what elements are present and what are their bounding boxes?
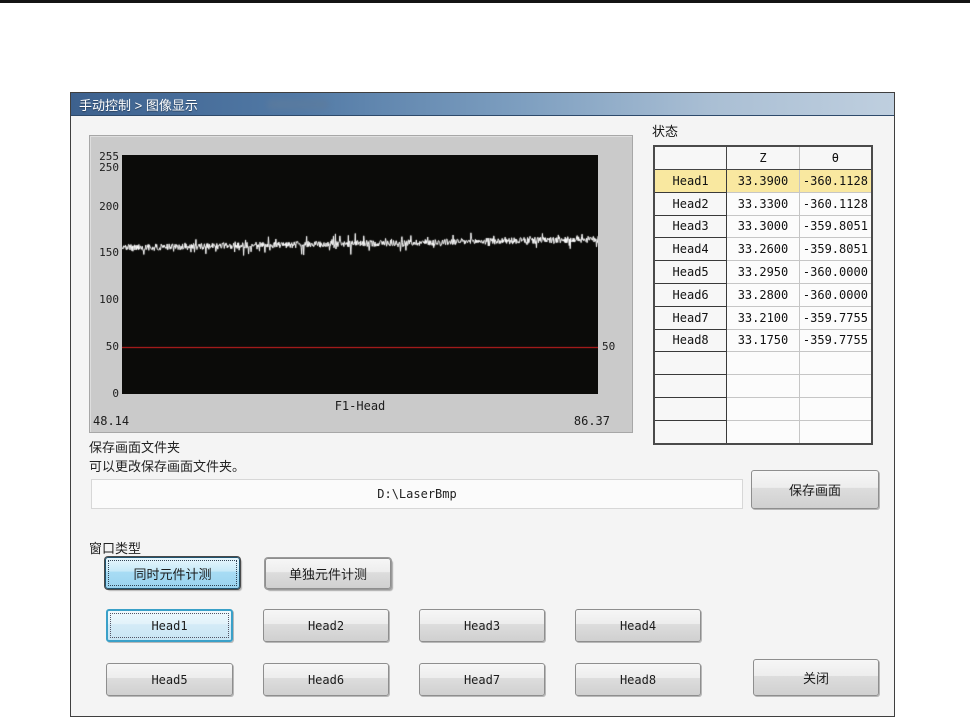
y-tick-label: 0 — [112, 387, 119, 400]
theta-value-cell: -359.8051 — [799, 237, 872, 262]
column-header-name — [654, 146, 728, 170]
table-row[interactable] — [653, 396, 872, 421]
head-name-cell — [653, 396, 728, 421]
head-name-cell: Head7 — [653, 305, 728, 330]
page-top-rule — [0, 0, 970, 3]
simultaneous-measure-button[interactable]: 同时元件计测 — [105, 557, 240, 589]
theta-value-cell: -359.8051 — [799, 215, 872, 239]
head5-button[interactable]: Head5 — [106, 663, 233, 696]
table-row[interactable]: Head2 33.3300 -360.1128 — [653, 191, 872, 216]
head6-button[interactable]: Head6 — [263, 663, 389, 696]
theta-value-cell: -360.1128 — [799, 169, 872, 193]
y-tick-label: 200 — [99, 199, 119, 213]
individual-measure-button[interactable]: 单独元件计测 — [265, 558, 391, 589]
z-value-cell: 33.3900 — [726, 169, 800, 193]
theta-value-cell: -360.0000 — [799, 260, 872, 284]
head-name-cell: Head5 — [653, 260, 728, 284]
dialog-titlebar: 手动控制 > 图像显示 — [71, 93, 894, 116]
z-value-cell: 33.2600 — [726, 237, 800, 262]
table-row[interactable]: Head3 33.3000 -359.8051 — [653, 214, 872, 239]
waveform-chart-panel: 255 250 200 150 100 50 0 50 F1-Head 48.14 86.3… — [89, 135, 633, 433]
table-row[interactable]: Head8 33.1750 -359.7755 — [653, 328, 872, 353]
x-axis-start-value: 48.14 — [93, 414, 130, 428]
z-value-cell — [726, 351, 800, 376]
theta-value-cell: -360.0000 — [799, 283, 872, 307]
head-name-cell: Head6 — [653, 282, 728, 307]
save-folder-description: 可以更改保存画面文件夹。 — [89, 459, 246, 474]
head-name-cell: Head3 — [653, 214, 728, 239]
status-table-header-row: Z θ — [654, 146, 872, 170]
head-name-cell: Head2 — [653, 191, 728, 216]
status-table: Z θ Head1 33.3900 -360.1128 Head2 33.3300 -36… — [653, 145, 873, 445]
column-header-z: Z — [726, 146, 800, 170]
head3-button[interactable]: Head3 — [419, 609, 545, 642]
theta-value-cell — [799, 374, 872, 398]
table-row[interactable]: Head5 33.2950 -360.0000 — [653, 260, 872, 284]
theta-value-cell: -359.7755 — [799, 329, 872, 353]
threshold-right-label: 50 — [602, 340, 616, 354]
status-table-body: Head1 33.3900 -360.1128 Head2 33.3300 -360.11… — [653, 169, 872, 445]
head7-button[interactable]: Head7 — [419, 663, 545, 696]
plot-area — [122, 155, 598, 394]
close-button[interactable]: 关闭 — [753, 659, 879, 696]
table-row[interactable]: Head7 33.2100 -359.7755 — [653, 305, 872, 330]
z-value-cell: 33.3000 — [726, 215, 800, 239]
z-value-cell: 33.2100 — [726, 306, 800, 330]
theta-value-cell — [799, 420, 872, 445]
theta-value-cell — [799, 397, 872, 421]
status-section-label: 状态 — [652, 124, 679, 139]
z-value-cell — [726, 374, 800, 398]
head-name-cell: Head8 — [653, 328, 728, 353]
head-name-cell — [653, 351, 728, 376]
chart-title: F1-Head — [334, 399, 386, 413]
head-name-cell: Head4 — [653, 237, 728, 262]
table-row[interactable] — [653, 374, 872, 398]
head-name-cell: Head1 — [653, 169, 728, 193]
redacted-blur — [267, 99, 329, 110]
table-row[interactable]: Head4 33.2600 -359.8051 — [653, 237, 872, 262]
table-row[interactable] — [653, 419, 872, 445]
window-type-label: 窗口类型 — [89, 541, 142, 556]
z-value-cell — [726, 397, 800, 421]
table-row[interactable]: Head1 33.3900 -360.1128 — [653, 169, 872, 193]
table-row[interactable]: Head6 33.2800 -360.0000 — [653, 282, 872, 307]
head4-button[interactable]: Head4 — [575, 609, 701, 642]
z-value-cell: 33.3300 — [726, 192, 800, 216]
save-screen-button[interactable]: 保存画面 — [751, 470, 879, 509]
theta-value-cell — [799, 351, 872, 376]
plot-canvas — [122, 155, 598, 394]
head-name-cell — [653, 419, 728, 445]
x-axis-end-value: 86.37 — [573, 414, 610, 428]
y-tick-label: 50 — [105, 340, 119, 354]
head2-button[interactable]: Head2 — [263, 609, 389, 642]
y-tick-label: 250 — [99, 161, 119, 174]
y-tick-label: 150 — [99, 246, 119, 260]
theta-value-cell: -360.1128 — [799, 192, 872, 216]
table-row[interactable] — [653, 351, 872, 376]
head-name-cell — [653, 374, 728, 398]
z-value-cell: 33.2950 — [726, 260, 800, 284]
save-folder-heading: 保存画面文件夹 — [89, 440, 181, 455]
theta-value-cell: -359.7755 — [799, 306, 872, 330]
z-value-cell: 33.1750 — [726, 329, 800, 353]
image-display-dialog: 手动控制 > 图像显示 255 250 200 150 100 50 0 50 F1-Hea… — [70, 92, 895, 717]
z-value-cell: 33.2800 — [726, 283, 800, 307]
y-tick-label: 100 — [99, 293, 119, 307]
head1-button[interactable]: Head1 — [106, 609, 233, 642]
column-header-theta: θ — [799, 146, 872, 170]
z-value-cell — [726, 420, 800, 445]
save-path-field[interactable]: D:\LaserBmp — [91, 479, 743, 509]
dialog-title: 手动控制 > 图像显示 — [79, 97, 198, 113]
head8-button[interactable]: Head8 — [575, 663, 701, 696]
